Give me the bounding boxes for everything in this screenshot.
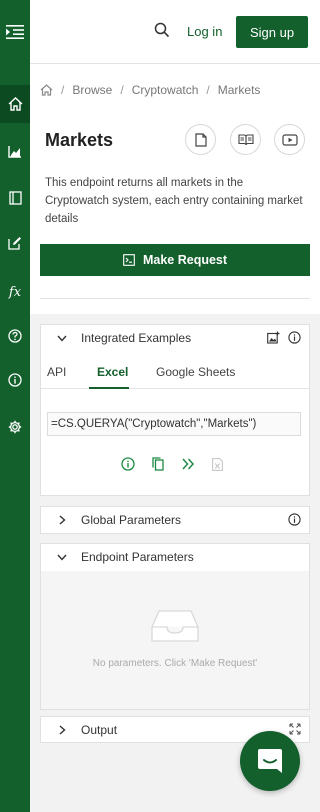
top-header: Log in Sign up xyxy=(30,0,320,64)
make-request-button[interactable]: Make Request xyxy=(40,244,310,276)
formula-field[interactable]: =CS.QUERYA("Cryptowatch","Markets") xyxy=(47,412,301,436)
settings-icon xyxy=(8,420,22,434)
edit-icon xyxy=(8,237,21,250)
login-link[interactable]: Log in xyxy=(187,24,222,39)
search-button[interactable] xyxy=(154,22,172,40)
info-icon[interactable] xyxy=(121,457,135,471)
help-icon xyxy=(8,329,22,343)
video-play-icon xyxy=(281,133,298,146)
search-icon xyxy=(154,22,170,38)
breadcrumb-browse[interactable]: Browse xyxy=(72,83,112,97)
open-book-icon xyxy=(237,133,254,145)
breadcrumb-markets: Markets xyxy=(217,83,261,97)
global-parameters-header[interactable]: Global Parameters xyxy=(41,507,309,533)
chat-button[interactable] xyxy=(240,731,300,791)
menu-toggle-button[interactable] xyxy=(0,0,30,64)
chevron-down-icon xyxy=(57,552,67,562)
sidebar-item-docs[interactable] xyxy=(0,179,30,217)
example-actions xyxy=(121,457,223,471)
endpoint-parameters-title: Endpoint Parameters xyxy=(81,550,194,564)
global-parameters-title: Global Parameters xyxy=(81,513,182,527)
empty-state: No parameters. Click 'Make Request' xyxy=(41,571,309,709)
divider xyxy=(40,298,310,299)
sidebar-item-help[interactable] xyxy=(0,317,30,355)
chart-icon xyxy=(8,146,21,158)
breadcrumb-separator: / xyxy=(61,83,65,97)
sidebar-item-edit[interactable] xyxy=(0,224,30,262)
info-icon[interactable] xyxy=(288,331,301,344)
chat-icon xyxy=(258,749,282,773)
endpoint-description: This endpoint returns all markets in the… xyxy=(45,177,303,225)
book-icon xyxy=(8,191,22,205)
function-icon: fx xyxy=(8,284,22,300)
terminal-icon xyxy=(123,254,135,266)
breadcrumb: / Browse / Cryptowatch / Markets xyxy=(40,83,260,97)
make-request-label: Make Request xyxy=(142,253,228,267)
sidebar-item-info[interactable] xyxy=(0,361,30,399)
endpoint-parameters-header[interactable]: Endpoint Parameters xyxy=(41,544,309,570)
active-tab-indicator xyxy=(89,387,129,389)
example-tabs: API Excel Google Sheets xyxy=(41,353,309,389)
sidebar-item-chart[interactable] xyxy=(0,133,30,171)
info-icon xyxy=(8,373,22,387)
home-icon[interactable] xyxy=(40,84,53,96)
breadcrumb-separator: / xyxy=(206,83,210,97)
breadcrumb-cryptowatch[interactable]: Cryptowatch xyxy=(132,83,199,97)
expand-icon[interactable] xyxy=(289,723,301,735)
home-icon xyxy=(8,97,22,111)
document-icon xyxy=(194,132,207,147)
inbox-icon xyxy=(151,610,199,642)
empty-state-text: No parameters. Click 'Make Request' xyxy=(92,658,258,669)
menu-expand-icon xyxy=(6,25,24,39)
sidebar-item-functions[interactable]: fx xyxy=(0,273,30,311)
sidebar: fx xyxy=(0,0,30,812)
main-content: / Browse / Cryptowatch / Markets Markets… xyxy=(30,64,320,812)
double-chevron-right-icon[interactable] xyxy=(181,458,195,470)
tab-excel[interactable]: Excel xyxy=(97,365,128,379)
excel-file-icon xyxy=(212,457,223,471)
chevron-right-icon xyxy=(57,725,67,735)
integrated-examples-header[interactable]: Integrated Examples xyxy=(41,325,309,351)
signup-button[interactable]: Sign up xyxy=(236,16,308,48)
breadcrumb-separator: / xyxy=(120,83,124,97)
documentation-button[interactable] xyxy=(185,124,216,155)
info-icon[interactable] xyxy=(288,513,301,526)
sidebar-item-home[interactable] xyxy=(0,85,30,123)
video-button[interactable] xyxy=(274,124,305,155)
output-title: Output xyxy=(81,723,118,737)
integrated-examples-panel: Integrated Examples API Excel Google She… xyxy=(40,324,310,496)
global-parameters-panel: Global Parameters xyxy=(40,506,310,534)
guide-button[interactable] xyxy=(230,124,261,155)
integrated-examples-title: Integrated Examples xyxy=(81,331,192,345)
page-title: Markets xyxy=(45,130,114,150)
add-image-icon[interactable] xyxy=(267,331,280,344)
chevron-right-icon xyxy=(57,515,67,525)
tab-api[interactable]: API xyxy=(47,365,66,379)
sidebar-item-settings[interactable] xyxy=(0,408,30,446)
copy-icon[interactable] xyxy=(152,457,164,471)
tab-google-sheets[interactable]: Google Sheets xyxy=(156,365,235,379)
chevron-down-icon xyxy=(57,333,67,343)
endpoint-parameters-panel: Endpoint Parameters No parameters. Click… xyxy=(40,543,310,710)
